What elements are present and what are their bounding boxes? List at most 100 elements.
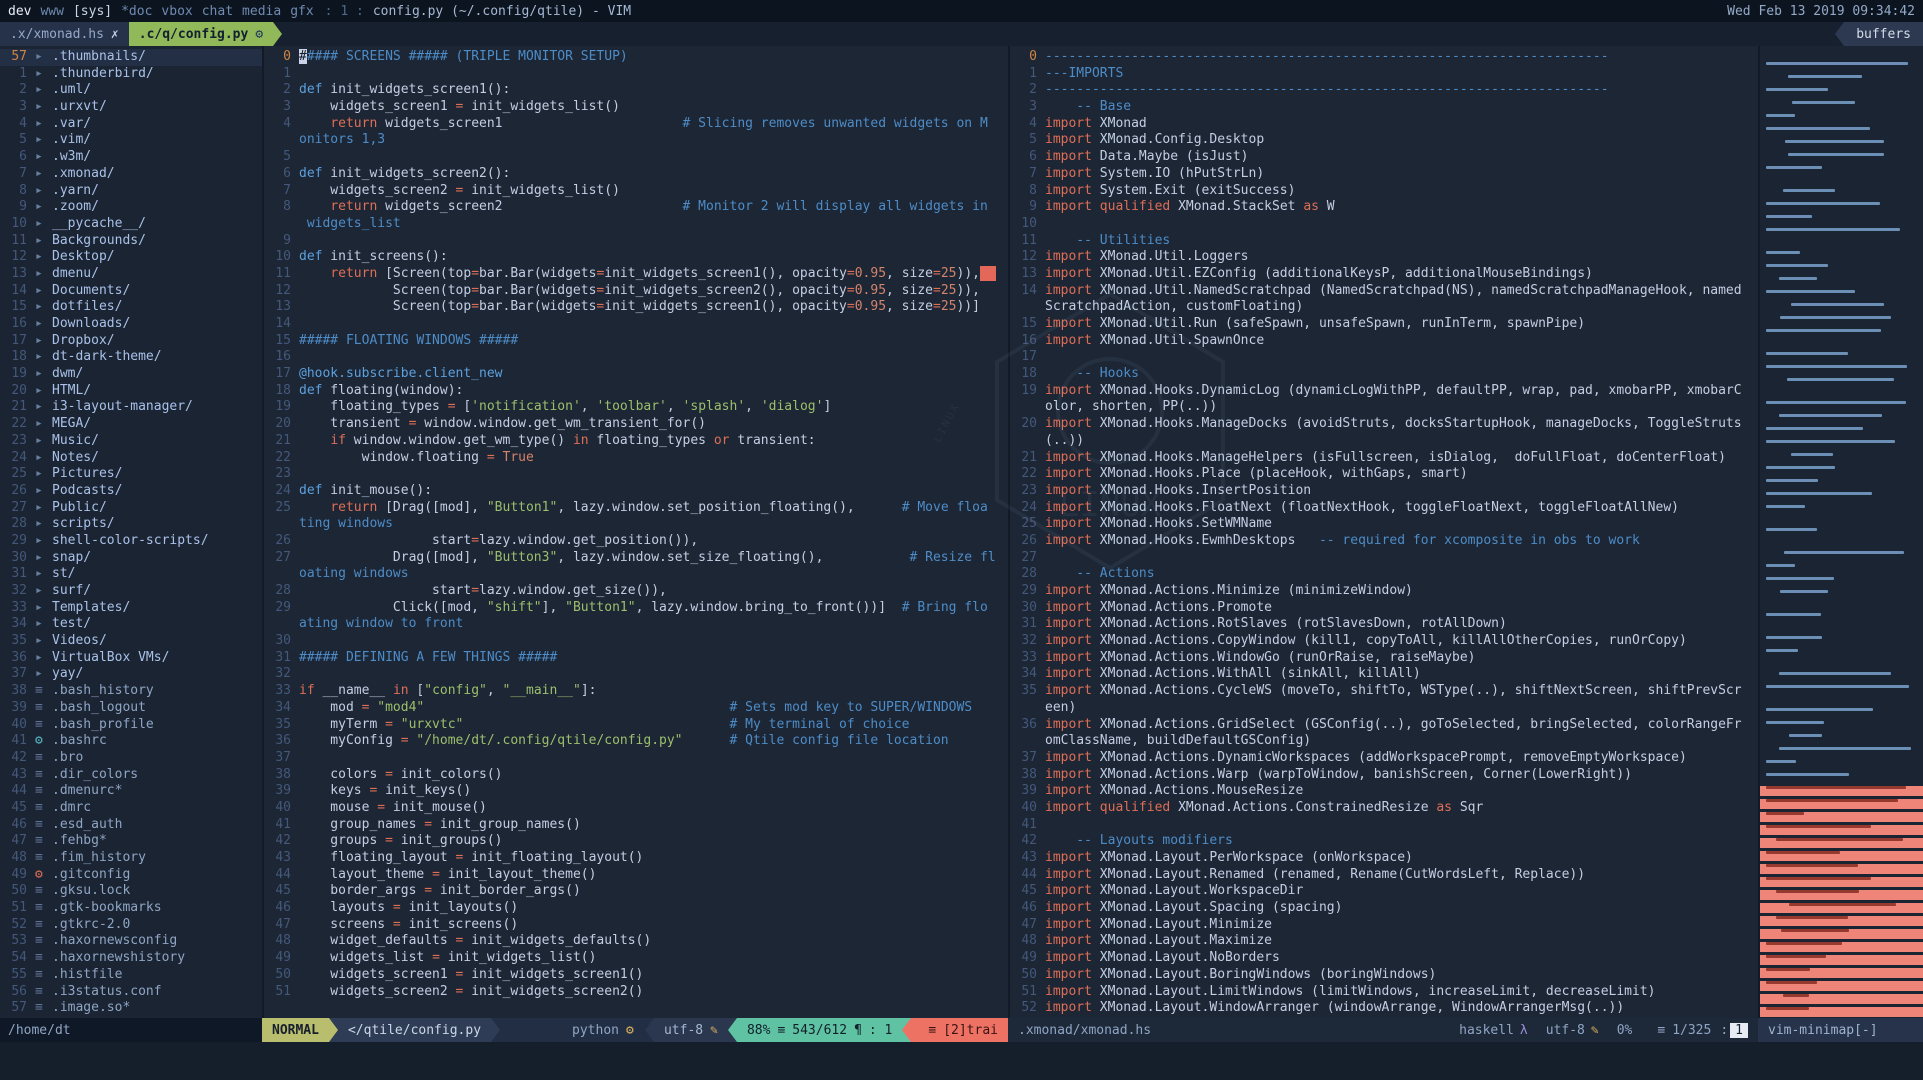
python-icon[interactable]: ⚙ — [255, 27, 263, 42]
code-line[interactable]: 31import XMonad.Actions.RotSlaves (rotSl… — [1010, 616, 1758, 633]
code-line[interactable]: 7import System.IO (hPutStrLn) — [1010, 166, 1758, 183]
tree-item-dmenu[interactable]: 13▸dmenu/ — [0, 266, 262, 283]
code-line[interactable]: 17 — [1010, 349, 1758, 366]
code-line[interactable]: 11 return [Screen(top=bar.Bar(widgets=in… — [264, 266, 1008, 283]
code-line[interactable]: 45import XMonad.Layout.WorkspaceDir — [1010, 883, 1758, 900]
code-line[interactable]: 9import qualified XMonad.StackSet as W — [1010, 199, 1758, 216]
tree-item-var[interactable]: 4▸.var/ — [0, 116, 262, 133]
code-line[interactable]: 1---IMPORTS — [1010, 66, 1758, 83]
code-line[interactable]: 44 layout_theme = init_layout_theme() — [264, 867, 1008, 884]
close-icon[interactable]: ✗ — [111, 27, 119, 42]
code-line[interactable]: 47 screens = init_screens() — [264, 917, 1008, 934]
tree-item-esdauth[interactable]: 46≡.esd_auth — [0, 817, 262, 834]
tree-item-dtdarktheme[interactable]: 18▸dt-dark-theme/ — [0, 349, 262, 366]
tree-item-dwm[interactable]: 19▸dwm/ — [0, 366, 262, 383]
tree-item-i3statusconf[interactable]: 56≡.i3status.conf — [0, 984, 262, 1001]
tab-xxmonadhs[interactable]: .x/xmonad.hs✗ — [0, 22, 129, 46]
tree-item-uml[interactable]: 2▸.uml/ — [0, 82, 262, 99]
code-line[interactable]: 32import XMonad.Actions.CopyWindow (kill… — [1010, 633, 1758, 650]
tree-item-Downloads[interactable]: 16▸Downloads/ — [0, 316, 262, 333]
code-line[interactable]: 37import XMonad.Actions.DynamicWorkspace… — [1010, 750, 1758, 767]
workspace-doc[interactable]: *doc — [121, 4, 152, 19]
code-line[interactable]: 38 colors = init_colors() — [264, 767, 1008, 784]
code-line[interactable]: 24import XMonad.Hooks.FloatNext (floatNe… — [1010, 500, 1758, 517]
code-line[interactable]: 27 Drag([mod], "Button3", lazy.window.se… — [264, 550, 1008, 567]
tree-item-Pictures[interactable]: 25▸Pictures/ — [0, 466, 262, 483]
workspace-vbox[interactable]: vbox — [161, 4, 192, 19]
code-line[interactable]: een) — [1010, 700, 1758, 717]
code-line[interactable]: 29 Click([mod, "shift"], "Button1", lazy… — [264, 600, 1008, 617]
tree-item-HTML[interactable]: 20▸HTML/ — [0, 383, 262, 400]
tree-item-pycache[interactable]: 10▸__pycache__/ — [0, 216, 262, 233]
code-line[interactable]: 1 — [264, 66, 1008, 83]
tree-item-snap[interactable]: 30▸snap/ — [0, 550, 262, 567]
code-line[interactable]: 41 group_names = init_group_names() — [264, 817, 1008, 834]
code-line[interactable]: 44import XMonad.Layout.Renamed (renamed,… — [1010, 867, 1758, 884]
code-line[interactable]: 6import Data.Maybe (isJust) — [1010, 149, 1758, 166]
code-line[interactable]: 32 — [264, 666, 1008, 683]
code-line[interactable]: 27 — [1010, 550, 1758, 567]
code-line[interactable]: 0##### SCREENS ##### (TRIPLE MONITOR SET… — [264, 49, 1008, 66]
code-line[interactable]: 36 myConfig = "/home/dt/.config/qtile/co… — [264, 733, 1008, 750]
tree-item-MEGA[interactable]: 22▸MEGA/ — [0, 416, 262, 433]
code-line[interactable]: 0---------------------------------------… — [1010, 49, 1758, 66]
code-line[interactable]: 13import XMonad.Util.EZConfig (additiona… — [1010, 266, 1758, 283]
tree-item-gksulock[interactable]: 50≡.gksu.lock — [0, 883, 262, 900]
code-line[interactable]: 50import XMonad.Layout.BoringWindows (bo… — [1010, 967, 1758, 984]
code-line[interactable]: 10def init_screens(): — [264, 249, 1008, 266]
code-line[interactable]: 40 mouse = init_mouse() — [264, 800, 1008, 817]
code-line[interactable]: 5import XMonad.Config.Desktop — [1010, 132, 1758, 149]
code-line[interactable]: 2---------------------------------------… — [1010, 82, 1758, 99]
tree-item-bashprofile[interactable]: 40≡.bash_profile — [0, 717, 262, 734]
code-line[interactable]: 23 — [264, 466, 1008, 483]
tree-item-dircolors[interactable]: 43≡.dir_colors — [0, 767, 262, 784]
code-line[interactable]: 35import XMonad.Actions.CycleWS (moveTo,… — [1010, 683, 1758, 700]
minimap-pane[interactable]: ~~~~~~ — [1758, 46, 1923, 1018]
code-line[interactable]: 24def init_mouse(): — [264, 483, 1008, 500]
code-line[interactable]: 51import XMonad.Layout.LimitWindows (lim… — [1010, 984, 1758, 1001]
tree-item-bashrc[interactable]: 41⚙.bashrc — [0, 733, 262, 750]
code-line[interactable]: 21 if window.window.get_wm_type() in flo… — [264, 433, 1008, 450]
code-line[interactable]: 4 return widgets_screen1 # Slicing remov… — [264, 116, 1008, 133]
code-line[interactable]: 48 widget_defaults = init_widgets_defaul… — [264, 933, 1008, 950]
code-line[interactable]: 20 transient = window.window.get_wm_tran… — [264, 416, 1008, 433]
tree-item-gtkbookmarks[interactable]: 51≡.gtk-bookmarks — [0, 900, 262, 917]
tree-item-st[interactable]: 31▸st/ — [0, 566, 262, 583]
code-line[interactable]: 42 groups = init_groups() — [264, 833, 1008, 850]
code-line[interactable]: 26 start=lazy.window.get_position()), — [264, 533, 1008, 550]
code-line[interactable]: 14 — [264, 316, 1008, 333]
workspace-gfx[interactable]: gfx — [290, 4, 313, 19]
tree-item-haxornewshistory[interactable]: 54≡.haxornewshistory — [0, 950, 262, 967]
code-line[interactable]: 34import XMonad.Actions.WithAll (sinkAll… — [1010, 666, 1758, 683]
code-line[interactable]: olor, shorten, PP(..)) — [1010, 399, 1758, 416]
code-line[interactable]: onitors 1,3 — [264, 132, 1008, 149]
code-line[interactable]: 45 border_args = init_border_args() — [264, 883, 1008, 900]
tree-item-w3m[interactable]: 6▸.w3m/ — [0, 149, 262, 166]
code-line[interactable]: 16 — [264, 349, 1008, 366]
code-line[interactable]: 40import qualified XMonad.Actions.Constr… — [1010, 800, 1758, 817]
code-line[interactable]: 28 start=lazy.window.get_size()), — [264, 583, 1008, 600]
code-line[interactable]: 36import XMonad.Actions.GridSelect (GSCo… — [1010, 717, 1758, 734]
xmonad-hs-pane[interactable]: 0---------------------------------------… — [1008, 46, 1758, 1018]
code-line[interactable]: 8import System.Exit (exitSuccess) — [1010, 183, 1758, 200]
code-line[interactable]: 28 -- Actions — [1010, 566, 1758, 583]
tree-item-yay[interactable]: 37▸yay/ — [0, 666, 262, 683]
code-line[interactable]: 51 widgets_screen2 = init_widgets_screen… — [264, 984, 1008, 1001]
tree-item-Desktop[interactable]: 12▸Desktop/ — [0, 249, 262, 266]
code-line[interactable]: 14import XMonad.Util.NamedScratchpad (Na… — [1010, 283, 1758, 300]
code-line[interactable]: 16import XMonad.Util.SpawnOnce — [1010, 333, 1758, 350]
tree-item-vim[interactable]: 5▸.vim/ — [0, 132, 262, 149]
tree-item-bashlogout[interactable]: 39≡.bash_logout — [0, 700, 262, 717]
code-line[interactable]: 17@hook.subscribe.client_new — [264, 366, 1008, 383]
tree-item-surf[interactable]: 32▸surf/ — [0, 583, 262, 600]
tree-item-Music[interactable]: 23▸Music/ — [0, 433, 262, 450]
tree-item-yarn[interactable]: 8▸.yarn/ — [0, 183, 262, 200]
code-line[interactable]: 41 — [1010, 817, 1758, 834]
code-line[interactable]: 37 — [264, 750, 1008, 767]
tree-item-dotfiles[interactable]: 15▸dotfiles/ — [0, 299, 262, 316]
tree-item-Public[interactable]: 27▸Public/ — [0, 500, 262, 517]
code-line[interactable]: 30 — [264, 633, 1008, 650]
tree-item-i3layoutmanager[interactable]: 21▸i3-layout-manager/ — [0, 399, 262, 416]
tree-item-scripts[interactable]: 28▸scripts/ — [0, 516, 262, 533]
code-line[interactable]: 47import XMonad.Layout.Minimize — [1010, 917, 1758, 934]
